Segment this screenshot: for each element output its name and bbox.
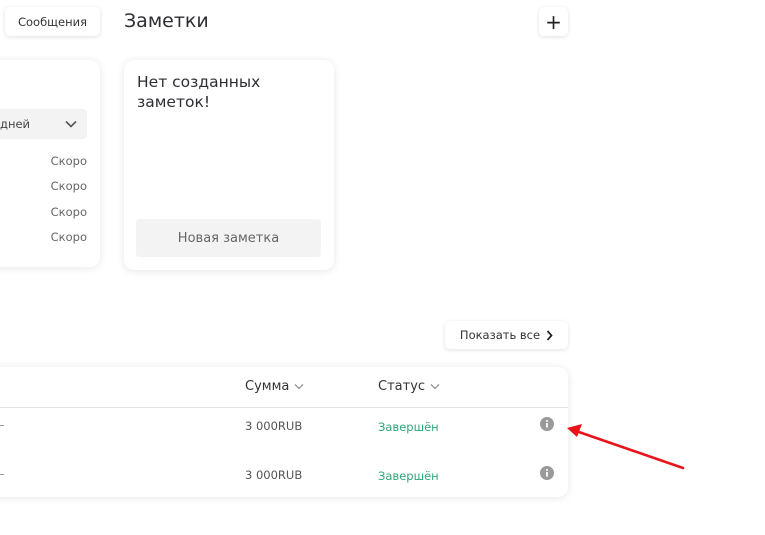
chevron-down-icon xyxy=(65,120,77,128)
messages-button[interactable]: Сообщения xyxy=(5,7,100,36)
add-note-button[interactable]: + xyxy=(539,7,568,36)
new-note-button-label: Новая заметка xyxy=(177,230,280,246)
plus-icon: + xyxy=(545,9,562,34)
info-icon[interactable] xyxy=(540,466,554,480)
period-select[interactable]: дней xyxy=(0,109,87,139)
period-select-value: дней xyxy=(0,117,31,131)
column-header-status[interactable]: Статус xyxy=(378,379,440,394)
annotation-arrow-icon xyxy=(567,424,685,470)
list-item-status: Скоро xyxy=(50,205,87,219)
chevron-down-icon xyxy=(430,384,440,390)
table-cell-sum: 3 000RUB xyxy=(245,419,303,433)
list-item-status: Скоро xyxy=(50,230,87,244)
table-cell-status: Завершён xyxy=(378,420,439,434)
new-note-button[interactable]: Новая заметка xyxy=(136,219,321,257)
list-item-status: Скоро xyxy=(50,179,87,193)
table-cell-sum: 3 000RUB xyxy=(245,468,303,482)
chevron-down-icon xyxy=(294,384,304,390)
table-cell-status: Завершён xyxy=(378,469,439,483)
row-marker xyxy=(0,425,4,426)
list-item-status: Скоро xyxy=(50,154,87,168)
column-header-sum[interactable]: Сумма xyxy=(245,379,304,394)
notes-title: Заметки xyxy=(124,10,209,32)
show-all-button[interactable]: Показать все xyxy=(445,321,568,349)
chevron-right-icon xyxy=(546,329,553,341)
info-icon[interactable] xyxy=(540,417,554,431)
show-all-label: Показать все xyxy=(459,328,541,342)
column-header-sum-label: Сумма xyxy=(245,379,290,394)
row-marker xyxy=(0,474,4,475)
column-header-status-label: Статус xyxy=(378,379,426,394)
table-divider xyxy=(0,407,568,408)
messages-button-label: Сообщения xyxy=(17,14,87,29)
empty-notes-message: Нет созданных заметок! xyxy=(137,73,261,111)
